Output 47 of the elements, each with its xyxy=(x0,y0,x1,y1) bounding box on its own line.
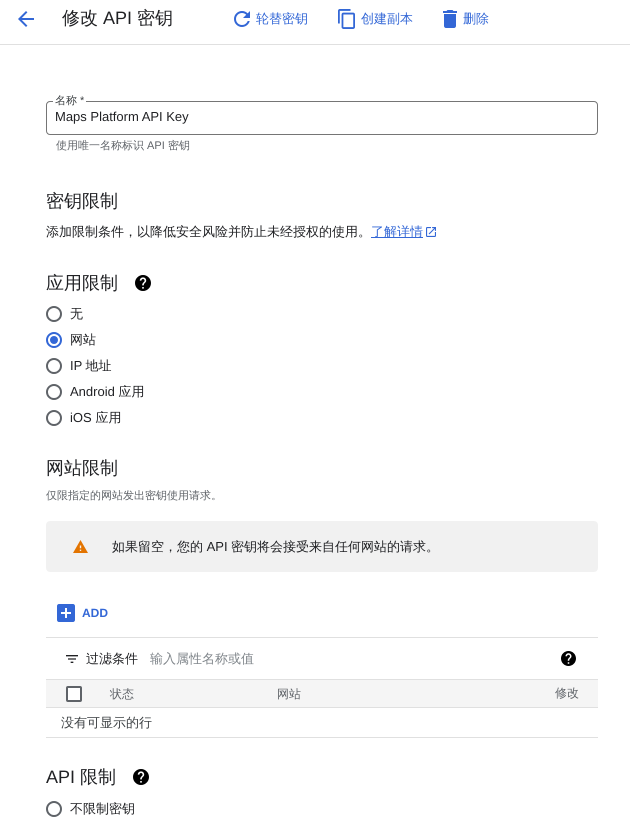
filter-input[interactable]: 输入属性名称或值 xyxy=(150,646,561,670)
radio-button[interactable] xyxy=(46,306,62,322)
refresh-icon xyxy=(234,11,250,27)
radio-label: IP 地址 xyxy=(70,358,112,374)
copy-icon xyxy=(338,9,355,29)
page-title: 修改 API 密钥 xyxy=(62,8,174,28)
learn-more-link[interactable]: 了解详情 xyxy=(371,224,436,240)
section-description: 仅限指定的网站发出密钥使用请求。 xyxy=(46,489,222,503)
filter-icon xyxy=(66,654,78,662)
field-label: 名称 * xyxy=(54,94,86,108)
add-button[interactable]: ADD xyxy=(54,599,111,627)
name-input-field[interactable]: 名称 * Maps Platform API Key xyxy=(46,94,598,135)
column-header: 网站 xyxy=(277,686,301,700)
section-heading: API 限制 xyxy=(46,766,116,788)
toolbar-button[interactable]: 创建副本 xyxy=(338,6,413,32)
toolbar-button[interactable]: 删除 xyxy=(443,6,489,32)
radio-label: Android 应用 xyxy=(70,384,144,400)
column-header: 状态 xyxy=(110,686,134,700)
field-value: Maps Platform API Key xyxy=(55,109,190,125)
radio-label: 网站 xyxy=(70,332,96,348)
help-icon[interactable] xyxy=(561,651,576,666)
helper-text: 使用唯一名称标识 API 密钥 xyxy=(56,140,190,152)
back-arrow-icon xyxy=(18,11,34,27)
plus-icon xyxy=(57,604,75,622)
toolbar-button[interactable]: 轮替密钥 xyxy=(234,6,308,32)
column-header: 修改 xyxy=(555,686,579,701)
help-icon[interactable] xyxy=(133,769,150,785)
radio-button[interactable] xyxy=(46,384,62,400)
radio-button[interactable] xyxy=(46,801,62,817)
help-icon[interactable] xyxy=(135,275,151,291)
section-heading: 密钥限制 xyxy=(46,190,118,212)
warning-text: 如果留空，您的 API 密钥将会接受来自任何网站的请求。 xyxy=(112,538,440,554)
radio-label: 无 xyxy=(70,306,83,322)
radio-button[interactable] xyxy=(46,410,62,426)
external-link-icon xyxy=(426,227,436,237)
radio-button[interactable] xyxy=(46,332,62,348)
radio-button[interactable] xyxy=(46,358,62,374)
description-text: 添加限制条件，以降低安全风险并防止未经授权的使用。了解详情 xyxy=(46,224,598,240)
warning-icon xyxy=(73,540,88,553)
filter-label: 过滤条件 xyxy=(86,650,138,666)
section-heading: 应用限制 xyxy=(46,272,118,294)
empty-table-message: 没有可显示的行 xyxy=(61,714,152,730)
checkbox[interactable] xyxy=(66,686,82,702)
radio-label: iOS 应用 xyxy=(70,410,122,426)
section-heading: 网站限制 xyxy=(46,457,118,479)
radio-label: 不限制密钥 xyxy=(70,801,135,817)
trash-icon xyxy=(443,10,457,28)
